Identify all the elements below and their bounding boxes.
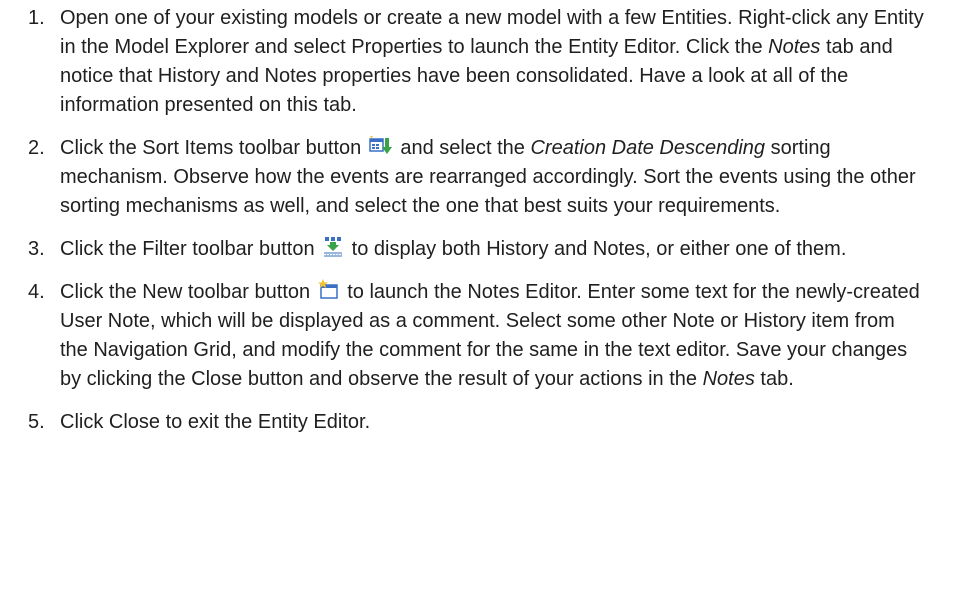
step-number: 5. <box>28 411 45 433</box>
step-text: Click Close to exit the Entity Editor. <box>60 411 371 433</box>
step-text: Click the New toolbar button <box>60 281 316 303</box>
step-text: Click the Filter toolbar button <box>60 238 321 260</box>
step-text: and select the <box>394 137 531 159</box>
instruction-steps: 1. Open one of your existing models or c… <box>0 0 967 437</box>
emphasis-creation-date-descending: Creation Date Descending <box>530 137 766 159</box>
step-2: 2. Click the Sort Items toolbar button a… <box>0 134 967 221</box>
filter-icon <box>322 236 344 258</box>
emphasis-notes: Notes <box>702 368 755 390</box>
step-5: 5. Click Close to exit the Entity Editor… <box>0 408 967 437</box>
step-number: 3. <box>28 238 45 260</box>
step-number: 4. <box>28 281 45 303</box>
sort-items-icon <box>369 135 393 157</box>
step-text: tab. <box>754 368 794 390</box>
step-number: 1. <box>28 7 45 29</box>
new-note-icon <box>317 279 340 301</box>
emphasis-notes: Notes <box>768 36 821 58</box>
step-4: 4. Click the New toolbar button to launc… <box>0 278 967 394</box>
step-number: 2. <box>28 137 45 159</box>
step-text: Click the Sort Items toolbar button <box>60 137 367 159</box>
step-3: 3. Click the Filter toolbar button to di… <box>0 235 967 264</box>
step-text: to display both History and Notes, or ei… <box>346 238 847 260</box>
step-1: 1. Open one of your existing models or c… <box>0 4 967 120</box>
